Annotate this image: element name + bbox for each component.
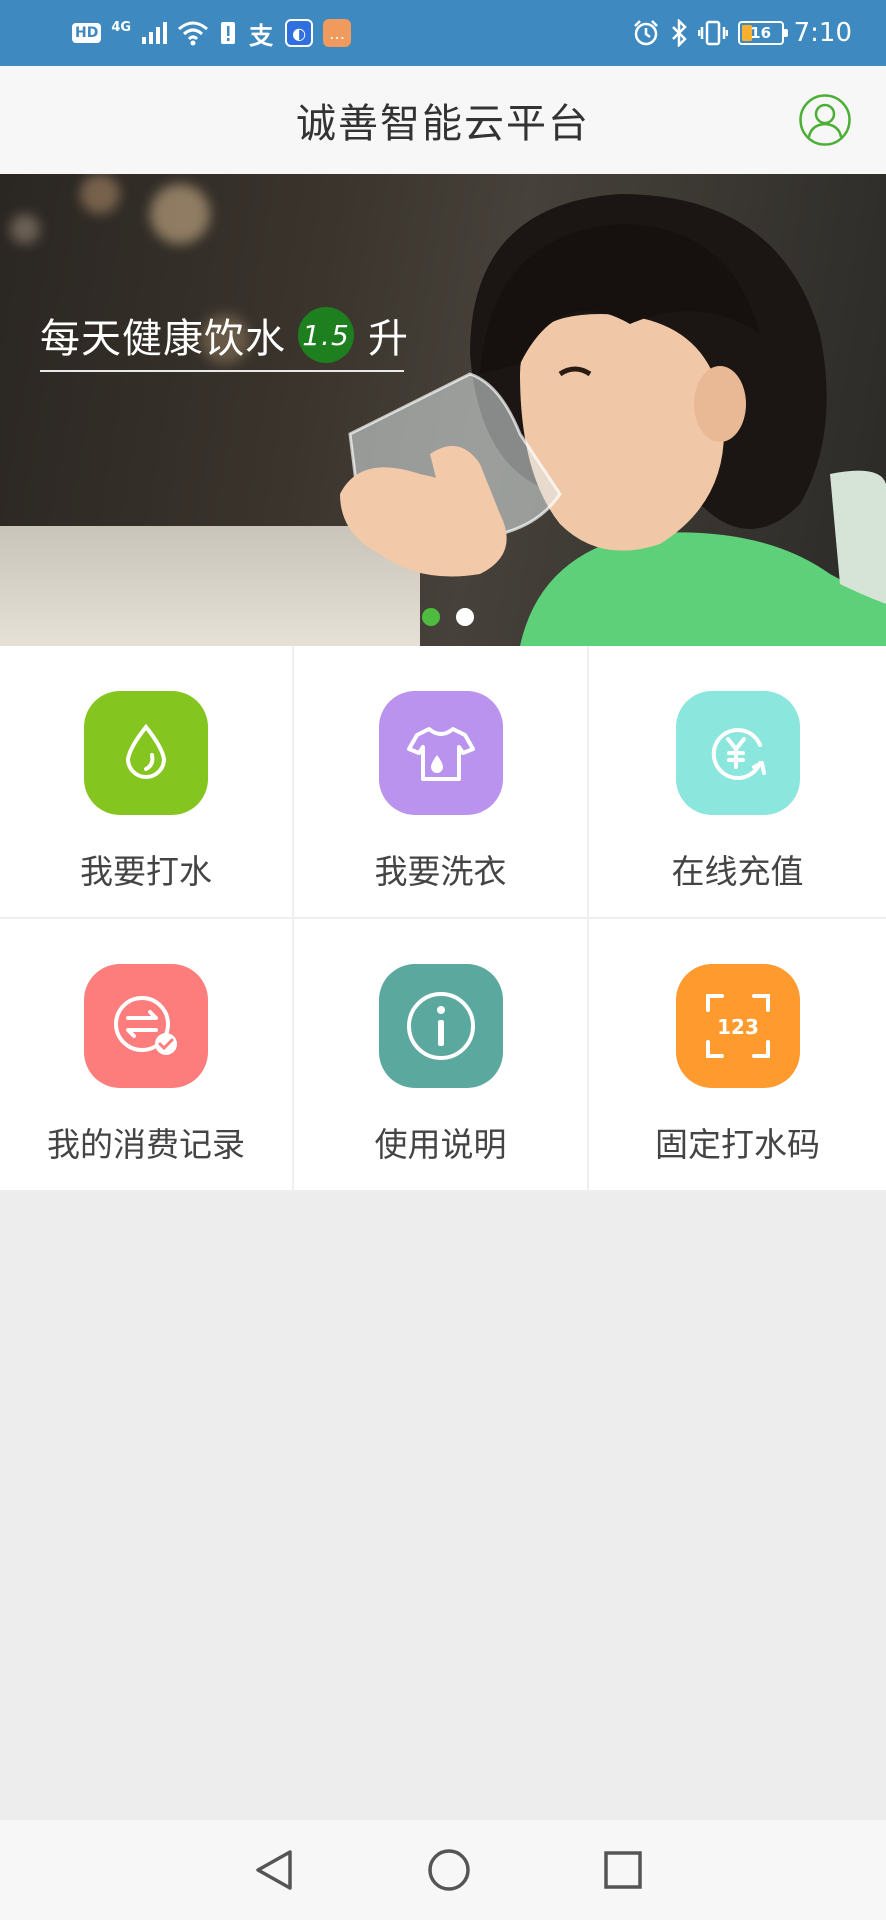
menu-item-recharge[interactable]: 在线充值 xyxy=(589,646,886,919)
recents-square-icon[interactable] xyxy=(602,1849,644,1891)
promo-banner[interactable]: 每天健康饮水 1.5 升 xyxy=(0,174,886,646)
info-icon xyxy=(378,964,503,1088)
wifi-icon xyxy=(178,21,209,46)
menu-item-label: 我要打水 xyxy=(80,852,212,891)
menu-item-laundry[interactable]: 我要洗衣 xyxy=(294,646,589,919)
browser-icon: ◐ xyxy=(285,19,314,47)
status-bar: HD 4G 支 ◐ … 16 7:10 xyxy=(0,0,886,66)
transaction-record-icon xyxy=(84,964,208,1088)
menu-item-label: 在线充值 xyxy=(671,852,804,891)
code-scan-icon: 123 xyxy=(675,964,800,1088)
banner-underline xyxy=(40,370,404,372)
menu-item-label: 使用说明 xyxy=(374,1125,507,1164)
svg-text:123: 123 xyxy=(717,1015,759,1039)
laundry-shirt-icon xyxy=(378,691,503,815)
system-nav-bar xyxy=(0,1820,886,1920)
carousel-indicator xyxy=(0,608,886,626)
hd-icon: HD xyxy=(72,23,102,43)
function-grid: 我要打水 我要洗衣 在线充值 我的消费记录 使用说明 123 固定打水码 xyxy=(0,646,886,1192)
network-type-label: 4G xyxy=(111,19,132,35)
status-right-indicators: 16 7:10 xyxy=(632,14,852,52)
user-outline-icon[interactable] xyxy=(798,93,852,147)
child-drinking-illustration xyxy=(340,194,886,646)
sim-alert-icon xyxy=(221,22,236,44)
banner-text-prefix: 每天健康饮水 xyxy=(40,316,286,362)
vibrate-icon xyxy=(697,20,728,46)
signal-icon xyxy=(142,22,168,44)
menu-item-label: 我的消费记录 xyxy=(47,1125,245,1164)
alarm-icon xyxy=(633,20,658,46)
app-header: 诚善智能云平台 xyxy=(0,66,886,174)
yuan-recharge-icon xyxy=(675,691,800,815)
message-icon: … xyxy=(323,19,352,47)
back-triangle-icon[interactable] xyxy=(252,1846,296,1894)
home-circle-icon[interactable] xyxy=(426,1847,472,1893)
battery-icon: 16 xyxy=(737,21,788,45)
banner-slogan: 每天健康饮水 1.5 升 xyxy=(40,306,409,364)
carousel-dot[interactable] xyxy=(456,608,474,626)
page-title: 诚善智能云平台 xyxy=(296,101,590,147)
banner-badge: 1.5 xyxy=(298,307,354,363)
status-left-indicators: HD 4G 支 ◐ … xyxy=(72,14,352,52)
menu-item-fixed-water-code[interactable]: 123 固定打水码 xyxy=(589,919,886,1192)
clock: 7:10 xyxy=(793,18,852,48)
menu-item-label: 我要洗衣 xyxy=(374,852,507,891)
alipay-icon: 支 xyxy=(249,21,274,50)
bluetooth-icon xyxy=(671,19,687,47)
water-drop-icon xyxy=(84,691,208,815)
carousel-dot-active[interactable] xyxy=(422,608,440,626)
banner-text-suffix: 升 xyxy=(368,316,409,362)
battery-level: 16 xyxy=(750,24,772,42)
menu-item-instructions[interactable]: 使用说明 xyxy=(294,919,589,1192)
menu-item-label: 固定打水码 xyxy=(655,1125,820,1164)
menu-item-consumption-records[interactable]: 我的消费记录 xyxy=(0,919,294,1192)
menu-item-fetch-water[interactable]: 我要打水 xyxy=(0,646,294,919)
